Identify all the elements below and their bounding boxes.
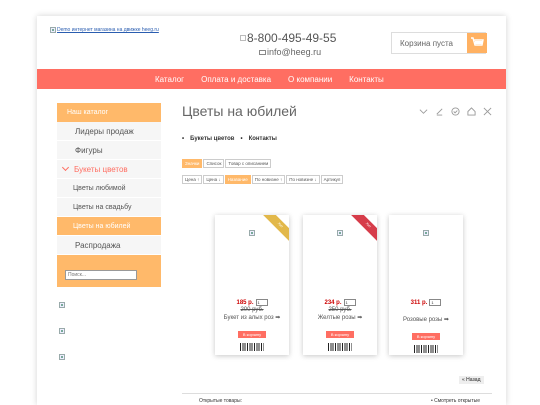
subcat-bouquets[interactable]: Букеты цветов xyxy=(190,136,234,142)
sidebar-item-bouquets[interactable]: Букеты цветов xyxy=(57,160,161,179)
tab-list[interactable]: Список xyxy=(203,159,225,168)
price-row: 234 р. 1 xyxy=(303,299,377,306)
phone-icon xyxy=(240,35,246,41)
quantity-input[interactable]: 1 xyxy=(255,299,268,306)
search-input[interactable] xyxy=(65,270,137,280)
product-card[interactable]: 311 р. 1 Розовые розы ➡ В корзину xyxy=(389,215,463,355)
email-address: info@heeg.ru xyxy=(267,47,322,57)
product-card[interactable]: Хит 185 р. 1 200 руб. Букет из алых роз … xyxy=(215,215,289,355)
broken-image-icon xyxy=(59,354,65,360)
phone-row: 8-800-495-49-55 xyxy=(240,31,336,45)
broken-image-icon xyxy=(423,230,429,236)
mail-icon xyxy=(259,49,266,55)
product-grid: Хит 185 р. 1 200 руб. Букет из алых роз … xyxy=(215,215,465,355)
sidebar-item-label: Букеты цветов xyxy=(74,164,128,174)
sidebar-item-beloved[interactable]: Цветы любимой xyxy=(57,179,161,198)
viewed-label: Открытые товары: xyxy=(199,398,242,404)
subcat-contacts[interactable]: Контакты xyxy=(249,136,277,142)
product-name[interactable]: Букет из алых роз ➡ xyxy=(215,314,289,321)
sidebar: Наш каталог Лидеры продаж Фигуры Букеты … xyxy=(57,103,161,365)
chevron-down-icon xyxy=(61,163,70,172)
subcat-bullet: • xyxy=(182,136,185,142)
sidebar-image xyxy=(59,321,161,339)
nav-payment-delivery[interactable]: Оплата и доставка xyxy=(201,75,271,84)
email-row: info@heeg.ru xyxy=(259,47,336,57)
sidebar-item-anniversary[interactable]: Цветы на юбилей xyxy=(57,217,161,236)
header-contact: 8-800-495-49-55 info@heeg.ru xyxy=(240,31,336,57)
sort-name[interactable]: Название xyxy=(224,175,251,184)
close-icon[interactable] xyxy=(483,107,492,116)
sort-tabs: Цена ↑ Цена ↓ Название По новизне ↑ По н… xyxy=(182,175,492,184)
broken-image-icon xyxy=(249,230,255,236)
sidebar-image xyxy=(59,295,161,313)
phone-number: 8-800-495-49-55 xyxy=(247,31,337,45)
search-box xyxy=(57,255,161,287)
product-name[interactable]: Желтые розы ➡ xyxy=(303,314,377,321)
barcode-icon xyxy=(414,345,438,353)
title-tools xyxy=(419,107,492,116)
sidebar-image xyxy=(59,347,161,365)
viewed-products: Открытые товары: • Смотреть открытые xyxy=(182,393,492,404)
nav-contacts[interactable]: Контакты xyxy=(349,75,384,84)
back-button[interactable]: « Назад xyxy=(459,376,484,384)
subcat-bullet: • xyxy=(240,136,243,142)
sort-new-desc[interactable]: По новизне ↓ xyxy=(286,175,320,184)
sort-price-desc[interactable]: Цена ↓ xyxy=(203,175,224,184)
sort-new-asc[interactable]: По новизне ↑ xyxy=(251,175,286,184)
barcode-icon xyxy=(240,343,264,351)
home-icon[interactable] xyxy=(467,107,476,116)
quantity-input[interactable]: 1 xyxy=(429,299,442,306)
tab-icons[interactable]: Значки xyxy=(182,159,203,168)
broken-image-icon xyxy=(59,328,65,334)
sidebar-item-figures[interactable]: Фигуры xyxy=(57,141,161,160)
broken-image-icon xyxy=(50,27,56,33)
broken-image-icon xyxy=(59,302,65,308)
old-price: 200 руб. xyxy=(240,307,264,313)
chevron-down-icon[interactable] xyxy=(419,107,428,116)
product-price: 311 р. xyxy=(410,299,428,306)
old-price: 250 руб. xyxy=(328,307,352,313)
product-card[interactable]: Хит 234 р. 1 250 руб. Желтые розы ➡ В ко… xyxy=(303,215,377,355)
nav-catalog[interactable]: Каталог xyxy=(155,75,184,84)
product-image xyxy=(389,223,463,241)
sidebar-item-leaders[interactable]: Лидеры продаж xyxy=(57,122,161,141)
sidebar-item-wedding[interactable]: Цветы на свадьбу xyxy=(57,198,161,217)
sort-article[interactable]: Артикул xyxy=(320,175,344,184)
cart-label: Корзина пуста xyxy=(400,38,453,48)
product-price: 234 р. xyxy=(324,299,342,306)
main-nav: Каталог Оплата и доставка О компании Кон… xyxy=(37,69,506,89)
viewed-link[interactable]: • Смотреть открытые xyxy=(431,398,480,404)
edit-icon[interactable] xyxy=(435,107,444,116)
add-to-cart-button[interactable]: В корзину xyxy=(411,333,441,340)
sidebar-item-sale[interactable]: Распродажа xyxy=(57,236,161,255)
price-row: 185 р. 1 xyxy=(215,299,289,306)
tab-description[interactable]: Товар с описанием xyxy=(225,159,272,168)
quantity-input[interactable]: 1 xyxy=(343,299,356,306)
logo-link[interactable]: Demo интернет магазина на движке heeg.ru xyxy=(50,27,159,33)
sort-price-asc[interactable]: Цена ↑ xyxy=(182,175,203,184)
nav-about[interactable]: О компании xyxy=(288,75,332,84)
view-tabs: Значки Список Товар с описанием xyxy=(182,159,492,168)
product-price: 185 р. xyxy=(236,299,254,306)
price-row: 311 р. 1 xyxy=(389,299,463,306)
barcode-icon xyxy=(328,343,352,351)
subcategory-links: • Букеты цветов • Контакты xyxy=(182,136,492,142)
main-content: Цветы на юбилей • Букеты цветов • Контак… xyxy=(182,103,492,404)
add-to-cart-button[interactable]: В корзину xyxy=(325,331,355,338)
cart-button[interactable]: Корзина пуста xyxy=(391,32,487,54)
catalog-heading: Наш каталог xyxy=(57,103,161,122)
logo-alt-text: Demo интернет магазина на движке heeg.ru xyxy=(57,27,159,33)
cart-icon xyxy=(467,33,487,53)
add-to-cart-button[interactable]: В корзину xyxy=(237,331,267,338)
product-name[interactable]: Розовые розы ➡ xyxy=(389,316,463,323)
page-container: Demo интернет магазина на движке heeg.ru… xyxy=(37,16,506,405)
broken-image-icon xyxy=(337,230,343,236)
old-price xyxy=(389,307,463,315)
check-circle-icon[interactable] xyxy=(451,107,460,116)
